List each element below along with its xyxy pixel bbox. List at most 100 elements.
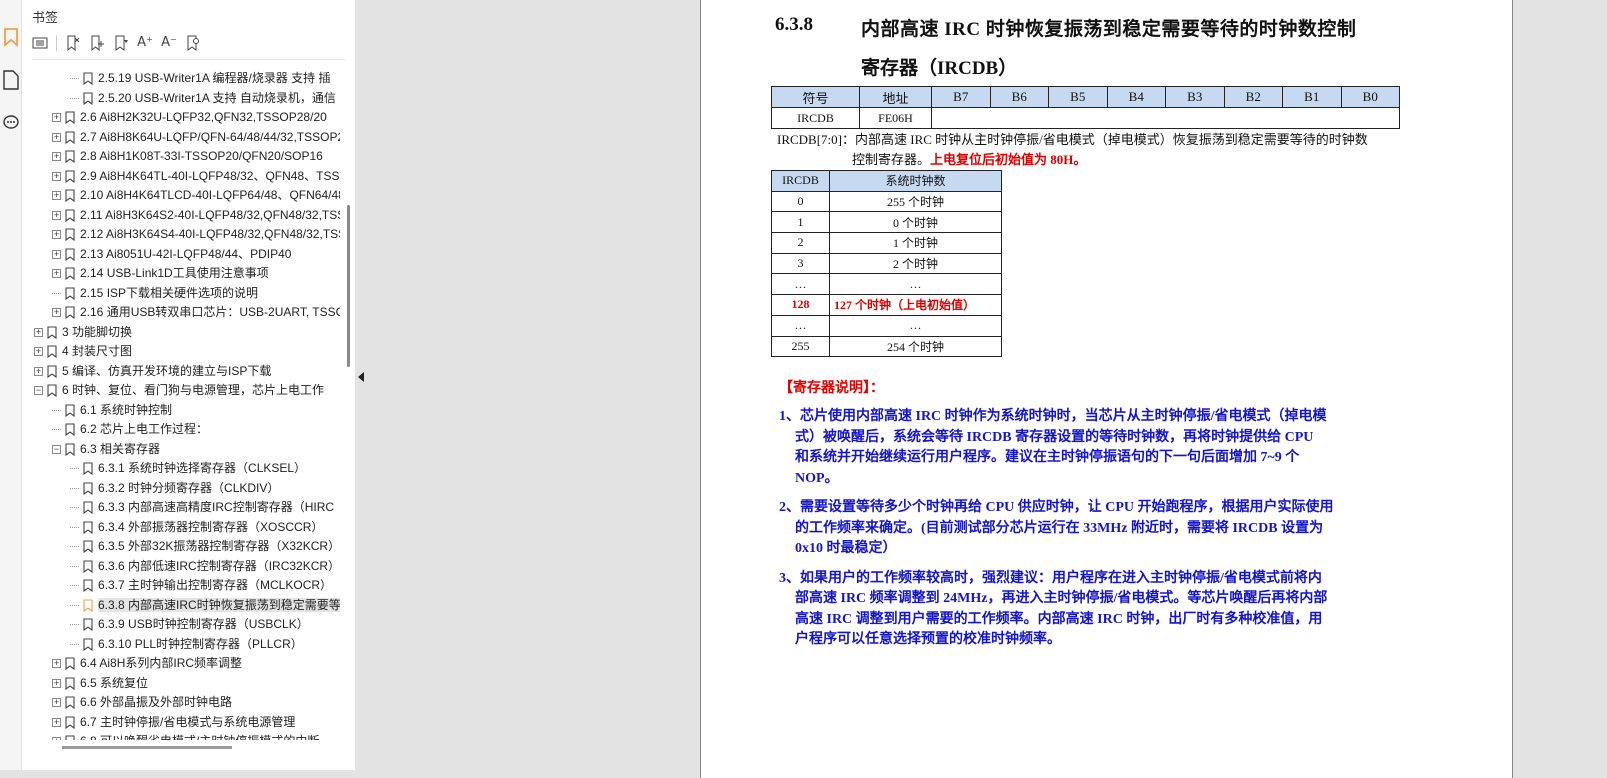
expand-icon[interactable]: + xyxy=(52,113,61,123)
bookmark-icon xyxy=(83,72,93,86)
expand-icon[interactable]: + xyxy=(52,249,61,259)
bookmark-item[interactable]: +2.13 Ai8051U-42I-LQFP48/44、PDIP40 xyxy=(52,244,291,264)
expand-icon[interactable]: + xyxy=(52,717,61,727)
bookmark-item[interactable]: 6.3.7 主时钟输出控制寄存器（MCLKOCR） xyxy=(70,575,332,595)
bookmark-item[interactable]: 6.3.8 内部高速IRC时钟恢复振荡到稳定需要等 xyxy=(70,595,340,615)
bookmark-search-icon[interactable] xyxy=(185,35,201,51)
note-line: 3、如果用户的工作频率较高时，强烈建议：用户程序在进入主时钟停振/省电模式前将内 xyxy=(779,570,1322,586)
bookmark-label: 2.10 Ai8H4K64TLCD-40I-LQFP64/48、QFN64/48 xyxy=(80,188,340,202)
bookmark-item[interactable]: +2.8 Ai8H1K08T-33I-TSSOP20/QFN20/SOP16 xyxy=(52,146,323,166)
collapse-panel-arrow-icon[interactable] xyxy=(358,372,364,382)
bookmark-item[interactable]: 6.3.6 内部低速IRC控制寄存器（IRC32KCR） xyxy=(70,556,340,576)
bookmark-item[interactable]: 6.3.9 USB时钟控制寄存器（USBCLK） xyxy=(70,614,309,634)
add-bookmark-icon[interactable] xyxy=(89,35,105,51)
bookmark-item[interactable]: − 6.3 相关寄存器 xyxy=(52,439,160,459)
bookmark-item[interactable]: 2.5.20 USB-Writer1A 支持 自动烧录机，通信 xyxy=(70,88,336,108)
bookmark-label: 4 封装尺寸图 xyxy=(62,344,133,358)
bookmark-item[interactable]: +2.11 Ai8H3K64S2-40I-LQFP48/32,QFN48/32,… xyxy=(52,205,340,225)
tree-connector xyxy=(70,643,79,645)
collapse-icon[interactable]: − xyxy=(34,386,43,396)
tree-connector xyxy=(70,546,79,548)
expand-icon[interactable]: + xyxy=(52,659,61,669)
bookmark-item[interactable]: +6.8 可以唤醒省电模式/主时钟停振模式的中断 xyxy=(52,731,319,740)
bookmark-icon xyxy=(47,326,57,339)
cell-text: 255 个时钟 xyxy=(886,195,944,210)
expand-icon[interactable]: + xyxy=(52,171,61,181)
bookmark-item[interactable]: +6.7 主时钟停振/省电模式与系统电源管理 xyxy=(52,712,295,732)
table-row: 2 1 个时钟 xyxy=(772,233,1002,254)
bookmark-item[interactable]: 6.3.4 外部振荡器控制寄存器（XOSCCR） xyxy=(70,517,323,537)
note-line: 和系统并开始继续运行用户程序。建议在主时钟停振语句的下一句后面增加 7~9 个 xyxy=(795,450,1300,465)
note-line: 0x10 时最稳定） xyxy=(795,541,897,556)
bookmark-icon xyxy=(65,657,75,671)
expand-icon[interactable]: + xyxy=(52,152,61,162)
bookmark-item[interactable]: 2.5.19 USB-Writer1A 编程器/烧录器 支持 插 xyxy=(70,68,331,88)
expand-icon[interactable]: + xyxy=(34,366,43,376)
cell: 0 个时钟 xyxy=(830,212,1002,234)
bookmark-item[interactable]: 6.3.3 内部高速高精度IRC控制寄存器（HIRC xyxy=(70,497,334,517)
expand-icon[interactable]: + xyxy=(52,737,61,740)
cell-text: 1 个时钟 xyxy=(892,236,938,251)
bookmark-item[interactable]: +6.6 外部晶振及外部时钟电路 xyxy=(52,692,232,712)
bookmark-item[interactable]: +4 封装尺寸图 xyxy=(34,341,132,361)
bookmark-item[interactable]: +2.12 Ai8H3K64S4-40I-LQFP48/32,QFN48/32,… xyxy=(52,224,340,244)
list-view-icon[interactable] xyxy=(32,35,48,51)
bookmark-tab-icon[interactable] xyxy=(2,27,20,47)
bookmark-label: 6.3.5 外部32K振荡器控制寄存器（X32KCR） xyxy=(98,539,340,553)
bookmark-item[interactable]: − 6 时钟、复位、看门狗与电源管理，芯片上电工作 xyxy=(34,380,324,400)
bookmark-tree: 2.5.19 USB-Writer1A 编程器/烧录器 支持 插 2.5.20 U… xyxy=(22,68,340,740)
bookmark-item[interactable]: 6.2 芯片上电工作过程： xyxy=(52,419,208,439)
bookmark-icon xyxy=(65,228,75,242)
bookmark-item[interactable]: 6.3.2 时钟分频寄存器（CLKDIV） xyxy=(70,478,279,498)
expand-icon[interactable]: + xyxy=(52,210,61,220)
expand-icon[interactable]: + xyxy=(52,698,61,708)
cell-text: … xyxy=(794,318,807,333)
vertical-scrollbar[interactable] xyxy=(347,205,350,367)
bookmark-item[interactable]: +5 编译、仿真开发环境的建立与ISP下载 xyxy=(34,361,271,381)
expand-icon[interactable]: + xyxy=(52,678,61,688)
bookmark-item[interactable]: +2.16 通用USB转双串口芯片：USB-2UART, TSSOP xyxy=(52,302,340,322)
expand-icon[interactable]: + xyxy=(52,308,61,318)
tree-connector xyxy=(52,429,61,431)
bookmark-item[interactable]: +2.6 Ai8H2K32U-LQFP32,QFN32,TSSOP28/20 xyxy=(52,107,327,127)
bookmark-icon xyxy=(65,423,75,437)
delete-bookmark-icon[interactable] xyxy=(65,35,81,51)
bookmark-icon xyxy=(83,618,93,632)
bookmark-item[interactable]: 6.1 系统时钟控制 xyxy=(52,400,172,420)
collapse-icon[interactable]: − xyxy=(52,444,61,454)
bookmark-label: 6 时钟、复位、看门狗与电源管理，芯片上电工作 xyxy=(62,383,325,397)
expand-icon[interactable]: + xyxy=(52,230,61,240)
bookmark-label: 2.6 Ai8H2K32U-LQFP32,QFN32,TSSOP28/20 xyxy=(80,110,327,124)
header-cell: 符号 xyxy=(771,86,860,108)
bookmark-item[interactable]: 6.3.10 PLL时钟控制寄存器（PLLCR） xyxy=(70,634,303,654)
expand-icon[interactable]: + xyxy=(52,132,61,142)
bookmark-item[interactable]: +2.7 Ai8H8K64U-LQFP/QFN-64/48/44/32,TSSO… xyxy=(52,127,340,147)
bookmark-item[interactable]: +6.5 系统复位 xyxy=(52,673,148,693)
bookmark-label: 6.7 主时钟停振/省电模式与系统电源管理 xyxy=(80,714,296,729)
header-cell: B3 xyxy=(1165,86,1225,108)
bookmark-item[interactable]: +2.9 Ai8H4K64TL-40I-LQFP48/32、QFN48、TSSO… xyxy=(52,166,340,186)
expand-icon[interactable]: + xyxy=(34,327,43,337)
comment-icon[interactable] xyxy=(2,113,20,133)
bookmark-options-icon[interactable] xyxy=(113,35,129,51)
font-smaller-icon[interactable]: A⁻ xyxy=(161,35,177,51)
horizontal-scrollbar[interactable] xyxy=(62,746,232,749)
bookmark-item[interactable]: +2.10 Ai8H4K64TLCD-40I-LQFP64/48、QFN64/4… xyxy=(52,185,340,205)
tree-connector xyxy=(52,292,61,294)
expand-icon[interactable]: + xyxy=(52,269,61,279)
page-thumbnail-icon[interactable] xyxy=(2,70,20,90)
bookmark-item[interactable]: 2.15 ISP下载相关硬件选项的说明 xyxy=(52,283,258,303)
bookmark-item[interactable]: 6.3.5 外部32K振荡器控制寄存器（X32KCR） xyxy=(70,536,340,556)
bookmark-item[interactable]: +3 功能脚切换 xyxy=(34,322,132,342)
header-cell: B5 xyxy=(1048,86,1108,108)
cell: 1 个时钟 xyxy=(830,233,1002,254)
bookmark-item[interactable]: +6.4 Ai8H系列内部IRC频率调整 xyxy=(52,653,242,673)
expand-icon[interactable]: + xyxy=(34,347,43,357)
cell: FE06H xyxy=(859,107,932,129)
cell-text: 0 xyxy=(797,194,804,209)
font-larger-icon[interactable]: A⁺ xyxy=(137,35,153,51)
expand-icon[interactable]: + xyxy=(52,191,61,201)
bookmark-item[interactable]: 6.3.1 系统时钟选择寄存器（CLKSEL） xyxy=(70,458,306,478)
bookmark-item[interactable]: +2.14 USB-Link1D工具使用注意事项 xyxy=(52,263,269,283)
table-row: 3 2 个时钟 xyxy=(772,253,1002,275)
